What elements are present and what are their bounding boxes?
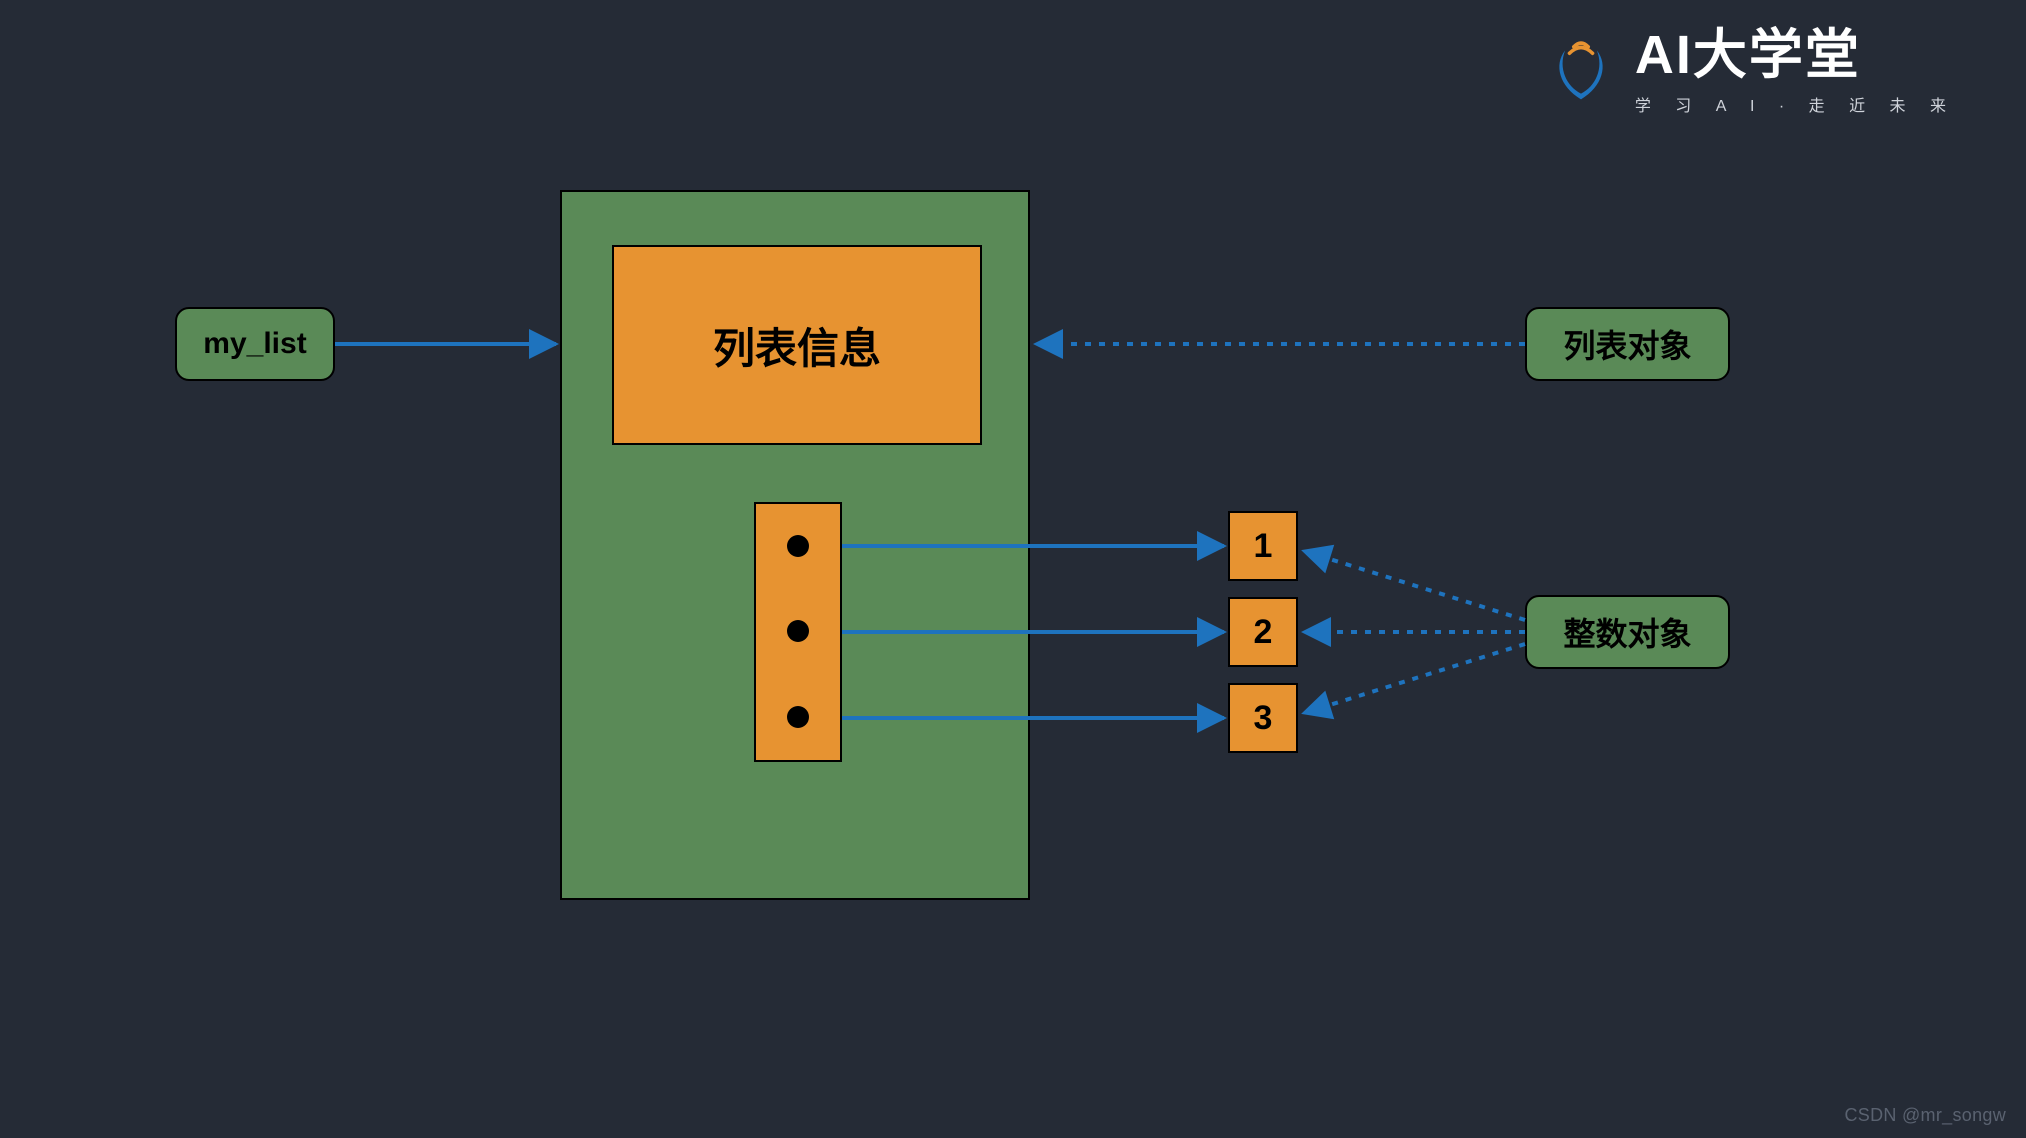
brand-logo-subtitle: 学 习 A I · 走 近 未 来	[1635, 92, 1956, 116]
list-slot-0	[754, 502, 842, 590]
annotation-list-object-text: 列表对象	[1563, 321, 1691, 367]
int-value-1: 2	[1228, 597, 1298, 667]
brand-logo-title: AI大学堂	[1635, 28, 1861, 82]
brand-logo: AI大学堂 学 习 A I · 走 近 未 来	[1545, 28, 1956, 116]
variable-label-text: my_list	[203, 327, 306, 361]
int-value-2-text: 3	[1254, 699, 1273, 738]
arrow-annot-int0	[1304, 551, 1525, 620]
list-info-header-text: 列表信息	[713, 315, 881, 376]
pointer-dot-icon	[787, 706, 809, 728]
pointer-dot-icon	[787, 535, 809, 557]
list-slot-2	[754, 674, 842, 762]
watermark-text: CSDN @mr_songw	[1844, 1105, 2006, 1125]
int-value-2: 3	[1228, 683, 1298, 753]
list-slot-1	[754, 588, 842, 676]
brand-logo-icon	[1545, 36, 1617, 108]
int-value-0: 1	[1228, 511, 1298, 581]
arrow-annot-int2	[1304, 644, 1525, 713]
annotation-list-object: 列表对象	[1525, 307, 1730, 381]
annotation-int-object-text: 整数对象	[1563, 609, 1691, 655]
diagram-stage: AI大学堂 学 习 A I · 走 近 未 来 my_list 列表信息 1 2…	[0, 0, 2026, 1138]
int-value-0-text: 1	[1254, 527, 1273, 566]
annotation-int-object: 整数对象	[1525, 595, 1730, 669]
pointer-dot-icon	[787, 620, 809, 642]
watermark: CSDN @mr_songw	[1844, 1105, 2006, 1126]
variable-label: my_list	[175, 307, 335, 381]
list-info-header: 列表信息	[612, 245, 982, 445]
int-value-1-text: 2	[1254, 613, 1273, 652]
